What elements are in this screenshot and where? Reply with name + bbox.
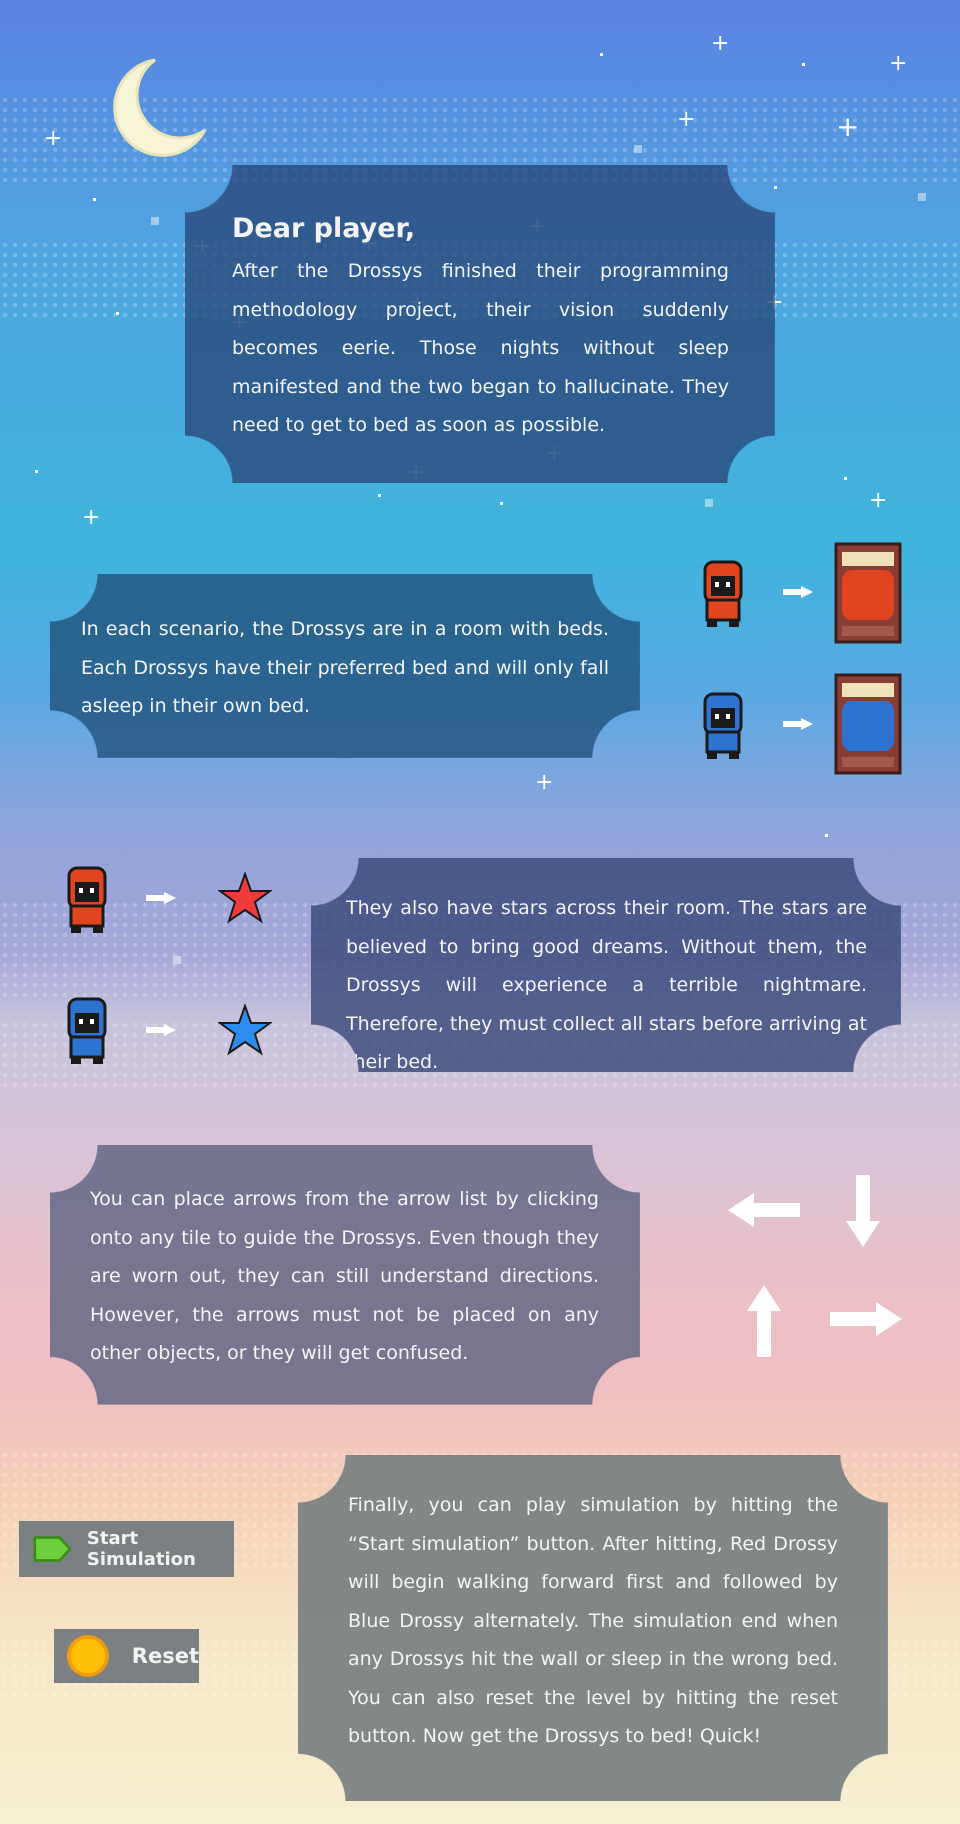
red-drossy-sprite [703,560,743,627]
sparkle-icon: + [836,110,860,143]
star-dot [844,477,847,480]
sparkle-icon: + [869,488,888,513]
crescent-moon-icon [113,58,207,157]
beds-text: In each scenario, the Drossys are in a r… [81,618,609,717]
beds-panel: In each scenario, the Drossys are in a r… [50,574,640,758]
star-square [634,145,642,153]
intro-panel: Dear player, After the Drossys finished … [185,165,775,483]
reset-label: Reset [131,1644,199,1668]
star-square [173,956,181,964]
simulation-panel: Finally, you can play simulation by hitt… [298,1455,888,1801]
arrows-panel: You can place arrows from the arrow list… [50,1145,640,1405]
start-simulation-label: Start Simulation [86,1528,196,1570]
right-arrow-icon [783,718,813,730]
right-arrow-icon [830,1302,902,1336]
star-dot [35,470,38,473]
start-simulation-button[interactable]: Start Simulation [19,1521,234,1577]
star-square [705,499,713,507]
star-dot [378,494,381,497]
red-bed-icon [834,542,902,644]
down-arrow-icon [846,1175,880,1247]
star-dot [802,63,805,66]
stars-text: They also have stars across their room. … [346,897,867,1073]
left-arrow-icon [728,1193,800,1227]
star-dot [500,502,503,505]
sparkle-icon: + [889,51,908,76]
star-square [918,193,926,201]
intro-text: After the Drossys finished their program… [232,260,729,436]
blue-bed-icon [834,673,902,775]
right-arrow-icon [146,892,176,904]
intro-greeting: Dear player, [232,213,416,244]
reset-button[interactable]: Reset [54,1629,199,1683]
star-dot [825,834,828,837]
sparkle-icon: + [677,107,696,132]
simulation-text: Finally, you can play simulation by hitt… [348,1494,838,1747]
stars-panel: They also have stars across their room. … [311,858,901,1073]
star-dot [600,53,603,56]
yellow-circle-icon [66,1635,109,1677]
red-star-icon [218,872,272,924]
up-arrow-icon [747,1285,781,1357]
blue-drossy-sprite [703,692,743,759]
sparkle-icon: + [82,505,101,530]
star-dot [93,198,96,201]
sparkle-icon: + [535,770,554,795]
blue-star-icon [218,1004,272,1056]
green-flag-icon [33,1536,72,1562]
right-arrow-icon [783,586,813,598]
arrows-text: You can place arrows from the arrow list… [90,1188,599,1364]
star-dot [116,312,119,315]
right-arrow-icon [146,1024,176,1036]
star-square [151,217,159,225]
sparkle-icon: + [711,31,730,56]
sparkle-icon: + [44,126,63,151]
red-drossy-sprite [67,866,107,933]
blue-drossy-sprite [67,997,107,1064]
